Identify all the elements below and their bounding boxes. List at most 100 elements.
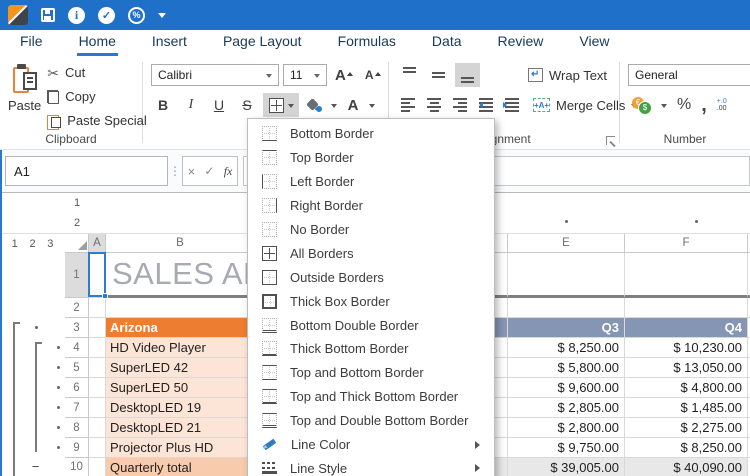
menu-item-left-border[interactable]: Left Border xyxy=(248,170,494,194)
row-header-4[interactable]: 4 xyxy=(65,338,89,358)
cell-E3[interactable]: Q3 xyxy=(508,318,625,338)
column-outline-level-1-button[interactable]: 1 xyxy=(65,193,89,213)
chevron-down-icon[interactable] xyxy=(661,104,667,111)
menu-item-thick-box-border[interactable]: Thick Box Border xyxy=(248,289,494,313)
quick-access-dropdown-icon[interactable] xyxy=(158,13,166,22)
menu-item-thick-bottom-border[interactable]: Thick Bottom Border xyxy=(248,337,494,361)
increase-decimal-button[interactable]: +.0 .00 xyxy=(717,98,727,112)
copy-button[interactable]: Copy xyxy=(47,86,147,107)
cell-F6[interactable]: $ 4,800.00 xyxy=(625,378,748,398)
cell-E7[interactable]: $ 2,805.00 xyxy=(508,398,625,418)
cell-B4[interactable]: HD Video Player xyxy=(106,338,255,358)
row-outline-level-1-button[interactable]: 1 xyxy=(12,238,18,250)
cancel-button[interactable]: × xyxy=(188,164,196,179)
cell-F10[interactable]: $ 40,090.00 xyxy=(625,458,748,476)
underline-button[interactable]: U xyxy=(207,93,231,117)
font-color-button[interactable]: A xyxy=(341,93,365,117)
align-left-button[interactable] xyxy=(397,94,419,116)
cell-B6[interactable]: SuperLED 50 xyxy=(106,378,255,398)
tab-insert[interactable]: Insert xyxy=(150,30,189,56)
cell-E2[interactable] xyxy=(508,298,625,318)
cell-E8[interactable]: $ 2,800.00 xyxy=(508,418,625,438)
insert-function-button[interactable]: fx xyxy=(224,164,233,179)
cell-B7[interactable]: DesktopLED 19 xyxy=(106,398,255,418)
cell-A6[interactable] xyxy=(89,378,106,398)
tab-page-layout[interactable]: Page Layout xyxy=(221,30,304,56)
cell-B2[interactable] xyxy=(106,298,255,318)
cell-A3[interactable] xyxy=(89,318,106,338)
row-outline-level-2-button[interactable]: 2 xyxy=(29,238,35,250)
column-outline-level-2-button[interactable]: 2 xyxy=(65,213,89,233)
menu-item-bottom-double-border[interactable]: Bottom Double Border xyxy=(248,313,494,337)
row-header-1[interactable]: 1 xyxy=(65,253,89,298)
percent-circle-icon[interactable] xyxy=(128,7,145,24)
cell-F2[interactable] xyxy=(625,298,748,318)
collapse-group-button[interactable]: − xyxy=(29,460,42,473)
cell-A7[interactable] xyxy=(89,398,106,418)
cell-F8[interactable]: $ 2,275.00 xyxy=(625,418,748,438)
cell-B9[interactable]: Projector Plus HD xyxy=(106,438,255,458)
wrap-text-button[interactable]: Wrap Text xyxy=(528,68,607,83)
row-outline-level-3-button[interactable]: 3 xyxy=(47,238,53,250)
cell-A10[interactable] xyxy=(89,458,106,476)
number-format-combobox[interactable]: General xyxy=(628,64,750,86)
cell-B10[interactable]: Quarterly total xyxy=(106,458,255,476)
align-top-button[interactable] xyxy=(397,63,422,87)
row-header-10[interactable]: 10 xyxy=(65,458,89,476)
cell-E5[interactable]: $ 5,800.00 xyxy=(508,358,625,378)
decrease-indent-button[interactable] xyxy=(475,94,497,116)
column-header-f[interactable]: F xyxy=(625,234,748,253)
info-icon[interactable] xyxy=(68,7,85,24)
alignment-dialog-launcher-icon[interactable] xyxy=(606,136,615,145)
column-header-b[interactable]: B xyxy=(106,234,255,253)
cell-F7[interactable]: $ 1,485.00 xyxy=(625,398,748,418)
menu-item-no-border[interactable]: No Border xyxy=(248,218,494,242)
percent-style-button[interactable]: % xyxy=(677,96,691,114)
font-size-combobox[interactable]: 11 xyxy=(283,64,327,86)
paste-special-button[interactable]: Paste Special xyxy=(47,110,147,131)
chevron-down-icon[interactable] xyxy=(369,104,375,111)
accounting-format-icon[interactable] xyxy=(632,97,651,114)
align-center-button[interactable] xyxy=(423,94,445,116)
cell-F5[interactable]: $ 13,050.00 xyxy=(625,358,748,378)
tab-review[interactable]: Review xyxy=(496,30,546,56)
fill-color-button[interactable] xyxy=(303,93,327,117)
menu-item-right-border[interactable]: Right Border xyxy=(248,194,494,218)
cell-E4[interactable]: $ 8,250.00 xyxy=(508,338,625,358)
cell-B5[interactable]: SuperLED 42 xyxy=(106,358,255,378)
check-circle-icon[interactable] xyxy=(98,7,115,24)
menu-item-top-border[interactable]: Top Border xyxy=(248,146,494,170)
confirm-button[interactable]: ✓ xyxy=(204,164,214,178)
cell-A2[interactable] xyxy=(89,298,106,318)
row-header-6[interactable]: 6 xyxy=(65,378,89,398)
tab-data[interactable]: Data xyxy=(430,30,464,56)
row-header-5[interactable]: 5 xyxy=(65,358,89,378)
bold-button[interactable]: B xyxy=(151,93,175,117)
cell-A5[interactable] xyxy=(89,358,106,378)
fill-handle[interactable] xyxy=(102,293,108,299)
decrease-font-size-button[interactable]: A xyxy=(361,68,385,83)
menu-item-bottom-border[interactable]: Bottom Border xyxy=(248,122,494,146)
row-header-9[interactable]: 9 xyxy=(65,438,89,458)
cell-E10[interactable]: $ 39,005.00 xyxy=(508,458,625,476)
cell-E1[interactable] xyxy=(508,253,625,298)
menu-item-top-and-thick-bottom-border[interactable]: Top and Thick Bottom Border xyxy=(248,385,494,409)
cell-F4[interactable]: $ 10,230.00 xyxy=(625,338,748,358)
align-right-button[interactable] xyxy=(449,94,471,116)
paste-button[interactable]: Paste xyxy=(8,62,41,131)
cut-button[interactable]: ✂ Cut xyxy=(47,62,147,83)
cell-F1[interactable] xyxy=(625,253,748,298)
menu-item-top-and-double-bottom-border[interactable]: Top and Double Bottom Border xyxy=(248,409,494,433)
cell-A4[interactable] xyxy=(89,338,106,358)
menu-item-outside-borders[interactable]: Outside Borders xyxy=(248,265,494,289)
tab-home[interactable]: Home xyxy=(77,30,118,56)
tab-formulas[interactable]: Formulas xyxy=(336,30,398,56)
italic-button[interactable]: I xyxy=(179,93,203,117)
cell-B3[interactable]: Arizona xyxy=(106,318,255,338)
column-header-a[interactable]: A xyxy=(89,234,106,253)
align-middle-button[interactable] xyxy=(426,63,451,87)
menu-item-line-color[interactable]: Line Color xyxy=(248,433,494,457)
strikethrough-button[interactable]: S xyxy=(235,93,259,117)
save-icon[interactable] xyxy=(41,8,55,22)
row-header-3[interactable]: 3 xyxy=(65,318,89,338)
